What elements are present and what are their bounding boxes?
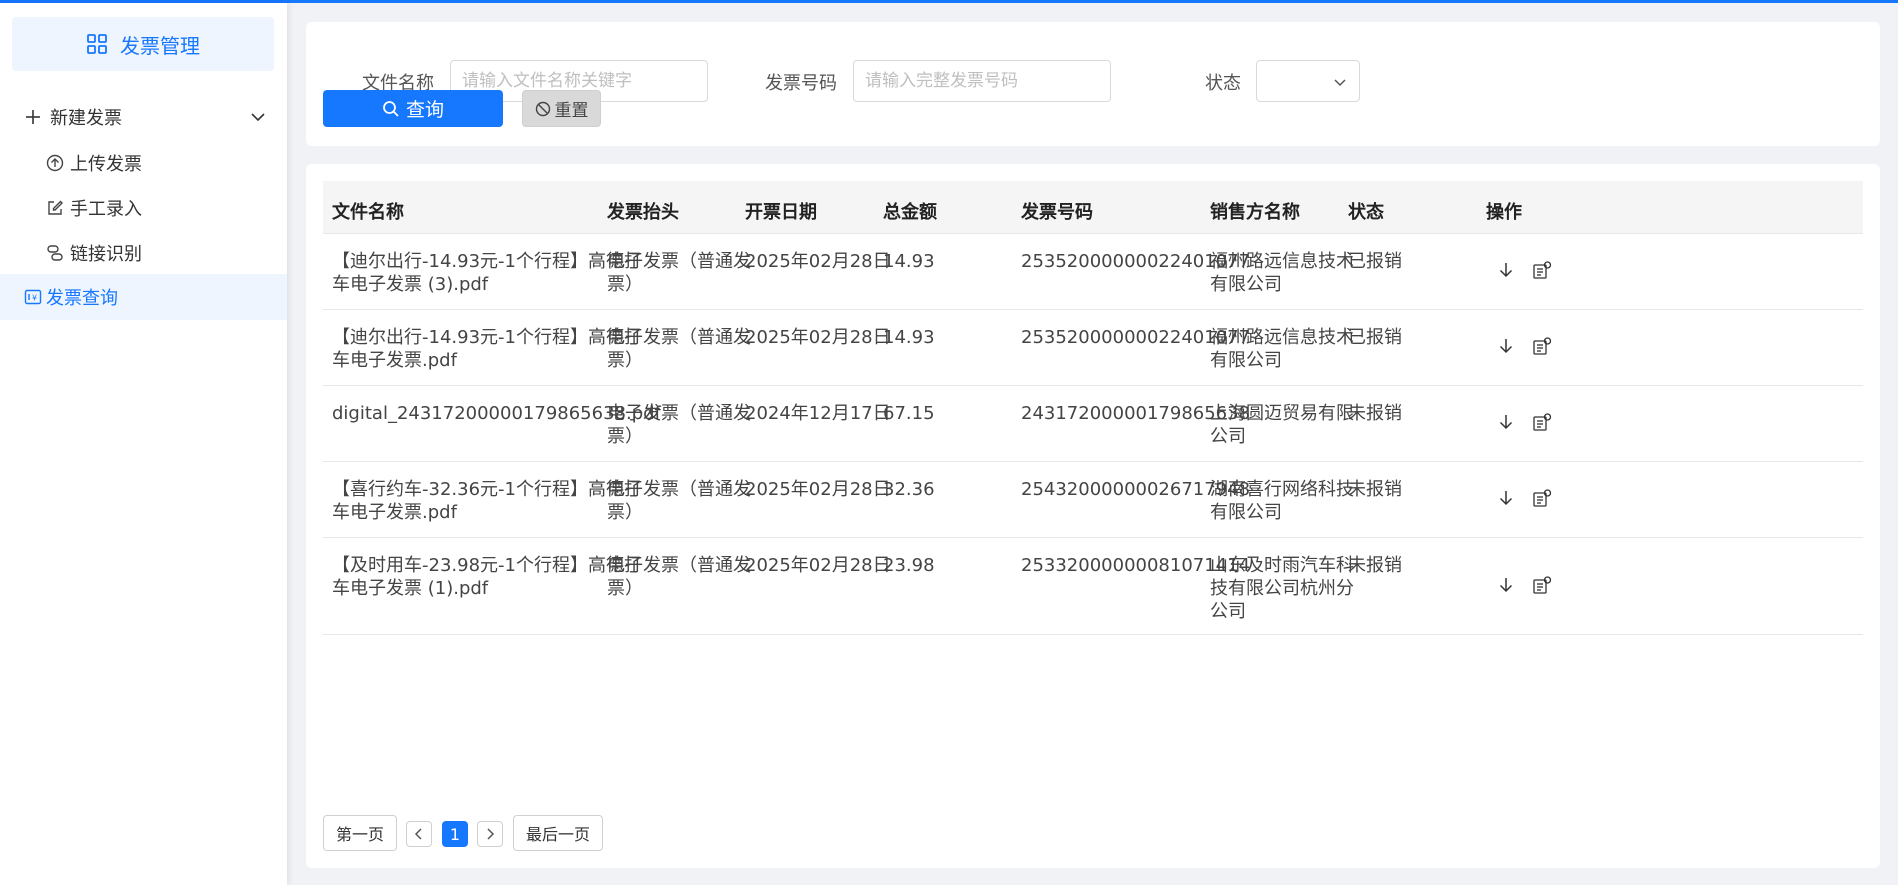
column-header[interactable]: 总金额	[883, 198, 937, 224]
sidebar-item-manual-entry[interactable]: 手工录入	[0, 185, 287, 231]
download-icon[interactable]	[1496, 260, 1516, 280]
download-icon[interactable]	[1496, 336, 1516, 356]
chevron-down-icon	[249, 108, 267, 126]
edit-status-icon[interactable]	[1532, 412, 1552, 432]
cell-filename: 【及时用车-23.98元-1个行程】高德打车电子发票 (1).pdf	[332, 555, 642, 599]
cell-seller: 山东及时雨汽车科技有限公司杭州分公司	[1210, 555, 1354, 622]
chevron-right-icon[interactable]	[477, 821, 503, 847]
download-icon[interactable]	[1496, 488, 1516, 508]
cell-seller: 上海圆迈贸易有限公司	[1210, 403, 1354, 447]
row-actions	[1496, 260, 1552, 280]
cell-date: 2025年02月28日	[745, 327, 891, 348]
invoice-icon: ¥	[24, 288, 42, 306]
row-actions	[1496, 575, 1552, 595]
sidebar: 发票管理 新建发票 上传发票 手工录入 链接识别 ¥ 发票查询	[0, 3, 287, 885]
table-row[interactable]: 【喜行约车-32.36元-1个行程】高德打车电子发票.pdf 电子发票（普通发票…	[323, 462, 1863, 538]
reset-button[interactable]: 重置	[522, 90, 601, 127]
grid-icon	[86, 33, 108, 55]
column-header[interactable]: 开票日期	[745, 198, 817, 224]
edit-icon	[46, 199, 64, 217]
download-icon[interactable]	[1496, 575, 1516, 595]
cell-status: 未报销	[1348, 479, 1402, 500]
page-number-current[interactable]: 1	[442, 821, 468, 847]
cell-invoice-title: 电子发票（普通发票）	[607, 251, 751, 295]
cell-invoice-title: 电子发票（普通发票）	[607, 555, 751, 599]
reset-button-label: 重置	[554, 101, 589, 121]
cell-filename: 【迪尔出行-14.93元-1个行程】高德打车电子发票.pdf	[332, 327, 642, 371]
plus-icon	[24, 108, 42, 126]
sidebar-item-upload[interactable]: 上传发票	[0, 140, 287, 186]
sidebar-item-label: 手工录入	[70, 199, 142, 220]
row-actions	[1496, 488, 1552, 508]
table-header: 文件名称 发票抬头 开票日期 总金额 发票号码 销售方名称 状态 操作	[323, 181, 1863, 234]
sidebar-brand-label: 发票管理	[120, 33, 200, 58]
cell-amount: 67.15	[883, 403, 935, 424]
cell-amount: 32.36	[883, 479, 935, 500]
first-page-button[interactable]: 第一页	[323, 815, 397, 851]
invoice-number-input[interactable]	[853, 60, 1111, 102]
table-row[interactable]: 【迪尔出行-14.93元-1个行程】高德打车电子发票 (3).pdf 电子发票（…	[323, 234, 1863, 310]
table-row[interactable]: 【及时用车-23.98元-1个行程】高德打车电子发票 (1).pdf 电子发票（…	[323, 538, 1863, 635]
column-header[interactable]: 文件名称	[332, 198, 404, 224]
cell-amount: 23.98	[883, 555, 935, 576]
cell-amount: 14.93	[883, 327, 935, 348]
cell-filename: 【迪尔出行-14.93元-1个行程】高德打车电子发票 (3).pdf	[332, 251, 642, 295]
edit-status-icon[interactable]	[1532, 260, 1552, 280]
chevron-down-icon	[1333, 74, 1347, 88]
download-icon[interactable]	[1496, 412, 1516, 432]
cell-status: 未报销	[1348, 403, 1402, 424]
query-button[interactable]: 查询	[323, 90, 503, 127]
link-icon	[46, 244, 64, 262]
cell-seller: 福州路远信息技术有限公司	[1210, 327, 1354, 371]
cell-invoice-title: 电子发票（普通发票）	[607, 403, 751, 447]
row-actions	[1496, 412, 1552, 432]
edit-status-icon[interactable]	[1532, 336, 1552, 356]
search-icon	[382, 100, 400, 118]
sidebar-brand[interactable]: 发票管理	[12, 17, 274, 71]
sidebar-item-label: 新建发票	[50, 108, 122, 129]
status-select[interactable]	[1256, 60, 1360, 102]
cell-amount: 14.93	[883, 251, 935, 272]
status-label: 状态	[1205, 73, 1241, 94]
sidebar-item-label: 上传发票	[70, 154, 142, 175]
cell-seller: 湖南喜行网络科技有限公司	[1210, 479, 1354, 523]
cell-invoice-title: 电子发票（普通发票）	[607, 327, 751, 371]
cell-date: 2025年02月28日	[745, 555, 891, 576]
search-panel: 文件名称 发票号码 状态 查询 重置	[306, 22, 1880, 146]
edit-status-icon[interactable]	[1532, 575, 1552, 595]
row-actions	[1496, 336, 1552, 356]
column-header[interactable]: 状态	[1348, 198, 1384, 224]
column-header[interactable]: 发票抬头	[607, 198, 679, 224]
column-header: 操作	[1486, 202, 1522, 223]
edit-status-icon[interactable]	[1532, 488, 1552, 508]
ban-icon	[535, 101, 551, 117]
chevron-left-icon[interactable]	[406, 821, 432, 847]
cell-status: 已报销	[1348, 251, 1402, 272]
cell-filename: 【喜行约车-32.36元-1个行程】高德打车电子发票.pdf	[332, 479, 642, 523]
invoice-table-panel: 文件名称 发票抬头 开票日期 总金额 发票号码 销售方名称 状态 操作 【迪尔出…	[306, 164, 1880, 868]
column-header[interactable]: 销售方名称	[1210, 198, 1300, 224]
sidebar-item-link-recognition[interactable]: 链接识别	[0, 230, 287, 276]
cell-date: 2024年12月17日	[745, 403, 891, 424]
cell-invoice-title: 电子发票（普通发票）	[607, 479, 751, 523]
query-button-label: 查询	[405, 99, 444, 121]
cell-date: 2025年02月28日	[745, 251, 891, 272]
upload-icon	[46, 154, 64, 172]
cell-date: 2025年02月28日	[745, 479, 891, 500]
table-row[interactable]: 【迪尔出行-14.93元-1个行程】高德打车电子发票.pdf 电子发票（普通发票…	[323, 310, 1863, 386]
sidebar-item-label: 链接识别	[70, 244, 142, 265]
cell-status: 已报销	[1348, 327, 1402, 348]
cell-seller: 福州路远信息技术有限公司	[1210, 251, 1354, 295]
sidebar-item-new-invoice[interactable]: 新建发票	[0, 94, 287, 140]
cell-filename: digital_24317200000179865638.pdf	[332, 403, 661, 424]
column-header[interactable]: 发票号码	[1021, 198, 1093, 224]
cell-status: 未报销	[1348, 555, 1402, 576]
svg-text:¥: ¥	[32, 294, 37, 303]
last-page-button[interactable]: 最后一页	[513, 815, 603, 851]
sidebar-item-invoice-query[interactable]: ¥ 发票查询	[0, 274, 287, 320]
invoice-number-label: 发票号码	[765, 73, 837, 94]
sidebar-item-label: 发票查询	[46, 288, 118, 309]
table-row[interactable]: digital_24317200000179865638.pdf 电子发票（普通…	[323, 386, 1863, 462]
